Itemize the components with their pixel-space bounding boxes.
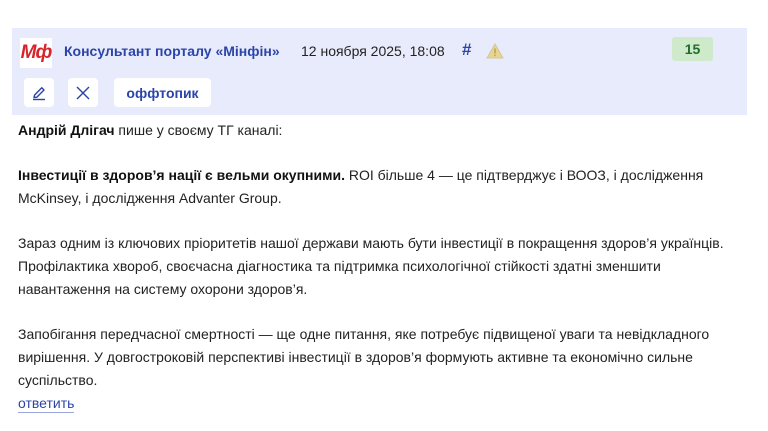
quoted-author: Андрій Длігач (18, 122, 115, 138)
post-date: 12 ноября 2025, 18:08 (301, 43, 445, 59)
paragraph-roi: Інвестиції в здоров’я нації є вельми оку… (18, 164, 743, 210)
post-body: Андрій Длігач пише у своєму ТГ каналі: І… (18, 119, 743, 414)
paragraph-intro: Андрій Длігач пише у своєму ТГ каналі: (18, 119, 743, 142)
paragraph-priorities: Зараз одним із ключових пріоритетів нашо… (18, 235, 724, 297)
warning-icon[interactable] (486, 42, 504, 60)
offtopic-button[interactable]: оффтопик (114, 78, 211, 107)
close-icon (76, 86, 90, 99)
author-link[interactable]: Консультант порталу «Мінфін» (64, 43, 280, 59)
rating-badge[interactable]: 15 (672, 37, 713, 61)
roi-headline: Інвестиції в здоров’я нації є вельми оку… (18, 167, 345, 183)
minfin-logo: Мф (20, 38, 52, 68)
reply-link[interactable]: ответить (18, 394, 75, 413)
permalink-anchor[interactable]: # (462, 40, 471, 60)
delete-button[interactable] (68, 78, 98, 107)
edit-button[interactable] (24, 78, 54, 107)
pencil-icon (33, 86, 45, 100)
forum-post: Мф Консультант порталу «Мінфін» 12 ноябр… (0, 0, 768, 431)
paragraph-mortality: Запобігання передчасної смертності — ще … (18, 326, 710, 388)
post-header: Мф Консультант порталу «Мінфін» 12 ноябр… (12, 28, 747, 115)
intro-text: пише у своєму ТГ каналі: (114, 122, 283, 138)
